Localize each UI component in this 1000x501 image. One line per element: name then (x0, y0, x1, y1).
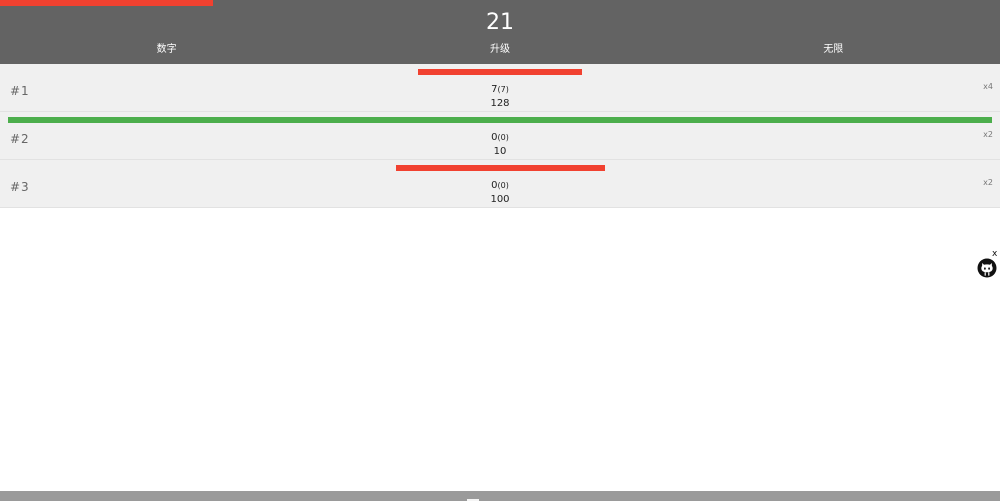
tab-infinite[interactable]: 无限 (667, 42, 1000, 58)
number-row-1[interactable]: #1 7(7) 128 x4 (0, 64, 1000, 112)
row-target: 10 (493, 146, 507, 157)
github-octocat-icon-graphic (977, 258, 997, 278)
github-octocat-icon[interactable] (977, 258, 997, 278)
row-progress-bar (8, 117, 992, 123)
header-progress-bar (0, 0, 213, 6)
row-value-sub: (0) (497, 181, 509, 190)
row-multiplier: x4 (983, 82, 993, 91)
row-progress-bar (396, 165, 605, 171)
row-value: 0(0) (0, 179, 1000, 192)
tab-numbers[interactable]: 数字 (0, 42, 333, 58)
tab-bar: 数字 升级 无限 (0, 42, 1000, 58)
row-multiplier: x2 (983, 130, 993, 139)
row-value: 7(7) (0, 83, 1000, 96)
row-progress-bar (418, 69, 582, 75)
row-value-sub: (7) (497, 85, 509, 94)
number-row-3[interactable]: #3 0(0) 100 x2 (0, 160, 1000, 208)
tab-upgrades[interactable]: 升级 (333, 42, 666, 58)
bottom-drawer-bar[interactable] (0, 491, 1000, 501)
row-value: 0(0) (0, 131, 1000, 144)
number-row-2[interactable]: #2 0(0) 10 x2 (0, 112, 1000, 160)
total-count: 21 (486, 10, 514, 35)
row-target: 100 (490, 194, 510, 205)
row-value-sub: (0) (497, 133, 509, 142)
header: 21 数字 升级 无限 (0, 0, 1000, 64)
number-list: #1 7(7) 128 x4 #2 0(0) 10 x2 #3 0(0) 100… (0, 64, 1000, 208)
row-target: 128 (490, 98, 510, 109)
app-page: 21 数字 升级 无限 #1 7(7) 128 x4 #2 0(0) 10 x2… (0, 0, 1000, 501)
row-multiplier: x2 (983, 178, 993, 187)
